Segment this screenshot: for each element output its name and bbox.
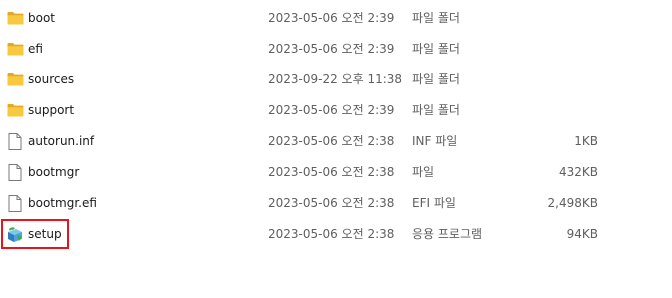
file-date: 2023-05-06 오전 2:38 (268, 227, 395, 241)
file-size: 2,498KB (547, 196, 598, 210)
file-row-autorun[interactable]: autorun.inf 2023-05-06 오전 2:38 INF 파일 1K… (0, 127, 672, 155)
file-name: efi (28, 42, 43, 56)
file-date: 2023-05-06 오전 2:38 (268, 165, 395, 179)
file-row-bootmgr[interactable]: bootmgr 2023-05-06 오전 2:38 파일 432KB (0, 158, 672, 186)
folder-icon (6, 35, 24, 63)
file-row-bootmgr-efi[interactable]: bootmgr.efi 2023-05-06 오전 2:38 EFI 파일 2,… (0, 189, 672, 217)
file-type: 파일 폴더 (412, 103, 460, 117)
folder-icon (6, 96, 24, 124)
file-type: EFI 파일 (412, 196, 456, 210)
file-icon (6, 127, 24, 155)
file-size (520, 65, 598, 93)
file-type: INF 파일 (412, 134, 458, 148)
folder-icon (6, 65, 24, 93)
file-type: 파일 폴더 (412, 72, 460, 86)
file-date: 2023-05-06 오전 2:38 (268, 134, 395, 148)
file-name: support (28, 103, 75, 117)
file-row-setup[interactable]: setup 2023-05-06 오전 2:38 응용 프로그램 94KB (0, 220, 672, 248)
file-row-support[interactable]: support 2023-05-06 오전 2:39 파일 폴더 (0, 96, 672, 124)
file-row-sources[interactable]: sources 2023-09-22 오후 11:38 파일 폴더 (0, 65, 672, 93)
file-date: 2023-05-06 오전 2:38 (268, 196, 395, 210)
folder-icon (6, 4, 24, 32)
file-date: 2023-09-22 오후 11:38 (268, 72, 403, 86)
file-name: bootmgr.efi (28, 196, 97, 210)
file-type: 파일 (412, 165, 435, 179)
file-size: 94KB (566, 227, 598, 241)
file-size (520, 35, 598, 63)
file-name: autorun.inf (28, 134, 95, 148)
file-row-efi[interactable]: efi 2023-05-06 오전 2:39 파일 폴더 (0, 35, 672, 63)
file-name: boot (28, 11, 56, 25)
file-row-boot[interactable]: boot 2023-05-06 오전 2:39 파일 폴더 (0, 4, 672, 32)
file-size: 1KB (574, 134, 598, 148)
setup-highlight-box (1, 219, 69, 249)
file-name: bootmgr (28, 165, 80, 179)
file-size: 432KB (558, 165, 598, 179)
file-type: 파일 폴더 (412, 42, 460, 56)
file-icon (6, 189, 24, 217)
file-size (520, 96, 598, 124)
file-type: 응용 프로그램 (412, 227, 483, 241)
file-size (520, 4, 598, 32)
file-name: sources (28, 72, 75, 86)
file-type: 파일 폴더 (412, 11, 460, 25)
file-date: 2023-05-06 오전 2:39 (268, 103, 395, 117)
file-date: 2023-05-06 오전 2:39 (268, 42, 395, 56)
file-date: 2023-05-06 오전 2:39 (268, 11, 395, 25)
file-icon (6, 158, 24, 186)
